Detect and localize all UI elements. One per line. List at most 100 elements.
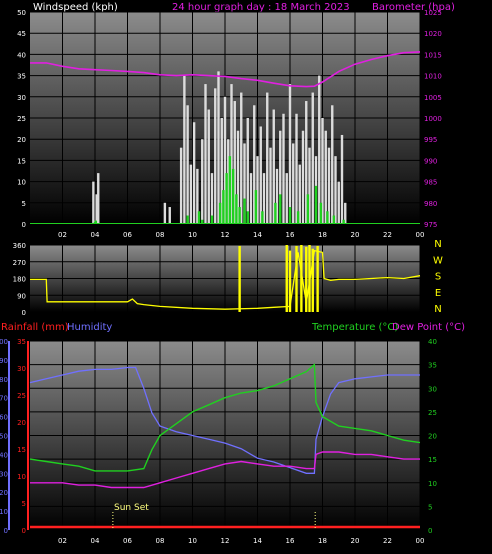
- x-tick-label: 22: [383, 537, 392, 545]
- temperature-tick-label: 15: [428, 456, 437, 464]
- direction-tick-label: 90: [17, 292, 26, 300]
- barometer-tick-label: 995: [424, 136, 437, 144]
- barometer-tick-label: 1010: [424, 73, 442, 81]
- x-tick-label: 16: [286, 231, 295, 239]
- temperature-tick-label: 30: [428, 385, 437, 393]
- compass-label: E: [435, 288, 441, 299]
- direction-tick-label: 0: [22, 309, 26, 317]
- rainfall-tick-label: 10: [17, 473, 26, 481]
- x-tick-label: 10: [188, 231, 197, 239]
- windspeed-tick-label: 45: [17, 30, 26, 38]
- windspeed-bar: [186, 215, 189, 224]
- direction-spike: [316, 245, 319, 312]
- x-tick-label: 04: [91, 537, 100, 545]
- barometer-axis-title: Barometer (hpa): [372, 2, 455, 13]
- windspeed-bar: [235, 194, 238, 224]
- windspeed-bar: [332, 215, 336, 224]
- compass-label: W: [433, 255, 443, 266]
- weather-graphs: Windspeed (kph) 24 hour graph day : 18 M…: [0, 2, 465, 545]
- rainfall-axis-title: Rainfall (mm): [1, 322, 69, 333]
- windspeed-tick-label: 15: [17, 157, 26, 165]
- temperature-tick-labels: 0 5 10 15 20 25 30 35 40: [428, 338, 437, 535]
- gust-bar: [269, 147, 272, 224]
- temperature-tick-label: 0: [428, 527, 432, 535]
- windspeed-tick-label: 20: [17, 136, 26, 144]
- rainfall-tick-label: 5: [22, 500, 26, 508]
- direction-spike: [238, 245, 241, 312]
- x-tick-label: 16: [286, 537, 295, 545]
- gust-bar: [163, 202, 167, 224]
- windspeed-bar: [279, 194, 282, 224]
- gust-bar: [340, 134, 344, 224]
- windspeed-bar: [218, 202, 222, 224]
- gust-bar: [246, 118, 249, 224]
- gust-bar: [288, 84, 292, 224]
- x-tick-label: 02: [58, 537, 67, 545]
- compass-label: N: [434, 304, 441, 315]
- x-tick-label: 14: [253, 537, 262, 545]
- windspeed-tick-label: 50: [17, 9, 26, 17]
- barometer-tick-label: 1020: [424, 30, 442, 38]
- gust-bar: [92, 181, 95, 224]
- rainfall-tick-label: 20: [17, 419, 26, 427]
- gust-bar: [331, 105, 334, 224]
- rainfall-tick-label: 0: [22, 527, 26, 535]
- compass-label: S: [435, 272, 441, 283]
- direction-tick-label: 360: [13, 242, 26, 250]
- gust-bar: [186, 105, 189, 224]
- compass-label: N: [434, 239, 441, 250]
- humidity-tick-label: 0: [4, 527, 8, 535]
- gust-bar: [259, 126, 262, 224]
- humidity-tick-labels: 0 10 20 30 40 50 60 70 80 90 100: [0, 338, 8, 535]
- windspeed-axis-title: Windspeed (kph): [33, 2, 118, 13]
- windspeed-bar: [306, 194, 310, 224]
- gust-bar: [295, 113, 298, 224]
- windspeed-tick-labels: 0 5 10 15 20 25 30 35 40 45 50: [17, 9, 26, 229]
- windspeed-tick-label: 35: [17, 73, 26, 81]
- gust-bar: [217, 71, 220, 224]
- x-tick-label: 00: [416, 231, 425, 239]
- barometer-tick-label: 1025: [424, 9, 442, 17]
- gust-bar: [201, 139, 204, 224]
- temperature-tick-label: 25: [428, 409, 437, 417]
- gust-bar: [337, 181, 340, 224]
- temperature-axis-title: Temperature (°C): [311, 322, 398, 333]
- direction-spike: [285, 245, 288, 312]
- windspeed-bar: [254, 190, 258, 224]
- gust-bar: [266, 92, 269, 224]
- dewpoint-axis-title: Dew Point (°C): [392, 322, 465, 333]
- direction-tick-label: 180: [13, 276, 26, 284]
- x-tick-label: 20: [351, 537, 360, 545]
- gust-bar: [204, 84, 207, 224]
- gust-bar: [240, 92, 243, 224]
- x-tick-label: 18: [318, 537, 327, 545]
- gust-bar: [179, 147, 183, 224]
- x-tick-label: 04: [91, 231, 100, 239]
- x-tick-label: 12: [221, 537, 230, 545]
- sunset-label: Sun Set: [114, 503, 149, 513]
- rainfall-tick-label: 35: [17, 338, 26, 346]
- x-tick-label: 22: [383, 231, 392, 239]
- x-tick-label: 00: [416, 537, 425, 545]
- windspeed-bar: [210, 215, 214, 224]
- windspeed-bar: [246, 211, 249, 224]
- gust-bar: [183, 75, 186, 224]
- gust-bar: [282, 113, 285, 224]
- direction-tick-labels: 0 90 180 270 360: [13, 242, 26, 317]
- gust-bar: [97, 173, 100, 224]
- gust-bar: [334, 156, 337, 224]
- chart-title: 24 hour graph day : 18 March 2023: [172, 2, 350, 13]
- humidity-tick-label: 70: [0, 395, 8, 403]
- barometer-tick-label: 990: [424, 157, 437, 165]
- humidity-tick-label: 60: [0, 414, 8, 422]
- gust-bar: [192, 122, 196, 224]
- temperature-tick-label: 5: [428, 503, 432, 511]
- humidity-tick-label: 10: [0, 508, 8, 516]
- barometer-tick-label: 980: [424, 200, 437, 208]
- rainfall-tick-label: 15: [17, 446, 26, 454]
- gust-bar: [249, 173, 253, 224]
- wind-panel-x-tick-labels: 02 04 06 08 10 12 14 16 18 20 22 00: [58, 231, 424, 239]
- temperature-tick-label: 40: [428, 338, 437, 346]
- compass-labels: NWSEN: [433, 239, 443, 315]
- humidity-tick-label: 20: [0, 489, 8, 497]
